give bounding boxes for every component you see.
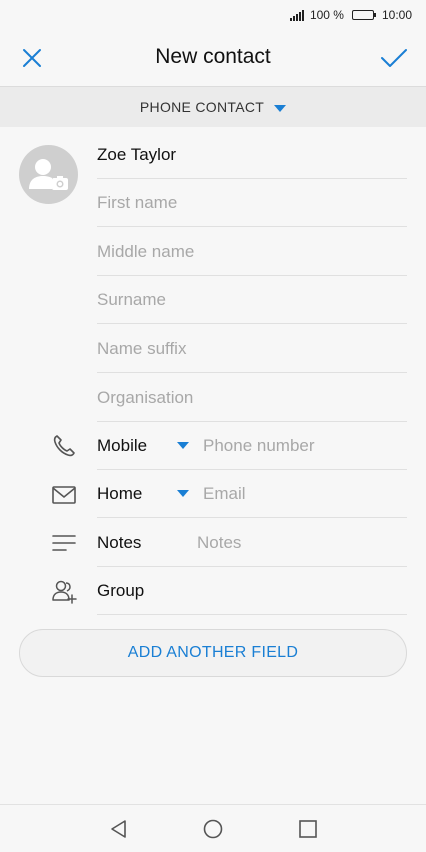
home-icon[interactable] [201,817,225,841]
email-type-label[interactable]: Home [97,484,177,504]
mail-icon [52,486,76,504]
surname-field[interactable]: Surname [97,276,407,324]
caret-down-icon[interactable] [177,490,189,497]
add-another-field-button[interactable]: ADD ANOTHER FIELD [19,629,407,677]
account-selector[interactable]: PHONE CONTACT [0,86,426,127]
group-label: Group [97,580,145,600]
surname-placeholder: Surname [97,289,166,309]
camera-avatar-icon[interactable] [19,145,78,204]
phone-icon [53,435,75,457]
caret-down-icon[interactable] [177,442,189,449]
email-input[interactable]: Email [203,484,246,504]
organisation-placeholder: Organisation [97,387,194,407]
group-row[interactable]: Group [97,567,407,615]
signal-icon [289,9,304,21]
caret-down-icon [274,104,287,112]
name-suffix-placeholder: Name suffix [97,338,187,358]
first-name-placeholder: First name [97,192,178,212]
page-title: New contact [155,45,271,68]
organisation-field[interactable]: Organisation [97,374,407,422]
name-value: Zoe Taylor [97,144,177,164]
notes-icon [52,535,76,551]
middle-name-field[interactable]: Middle name [97,228,407,276]
group-icon [52,580,77,604]
status-bar: 100 % 10:00 [0,0,426,30]
email-row: Home Email [97,470,407,518]
battery-icon [351,10,376,20]
notes-label: Notes [97,532,142,552]
phone-row: Mobile Phone number [97,422,407,470]
notes-input[interactable]: Notes [197,533,241,553]
battery-percent: 100 % [309,8,344,22]
account-label: PHONE CONTACT [139,99,265,115]
middle-name-placeholder: Middle name [97,241,195,261]
phone-type-label[interactable]: Mobile [97,436,177,456]
notes-row: Notes Notes [97,519,407,567]
name-field[interactable]: Zoe Taylor [97,131,407,179]
recents-icon[interactable] [296,817,320,841]
name-suffix-field[interactable]: Name suffix [97,325,407,373]
clock: 10:00 [381,8,412,22]
first-name-field[interactable]: First name [97,179,407,227]
navigation-bar [0,804,426,852]
phone-number-input[interactable]: Phone number [203,436,315,456]
app-header: New contact [0,30,426,86]
check-icon[interactable] [378,42,410,74]
back-icon[interactable] [107,817,131,841]
